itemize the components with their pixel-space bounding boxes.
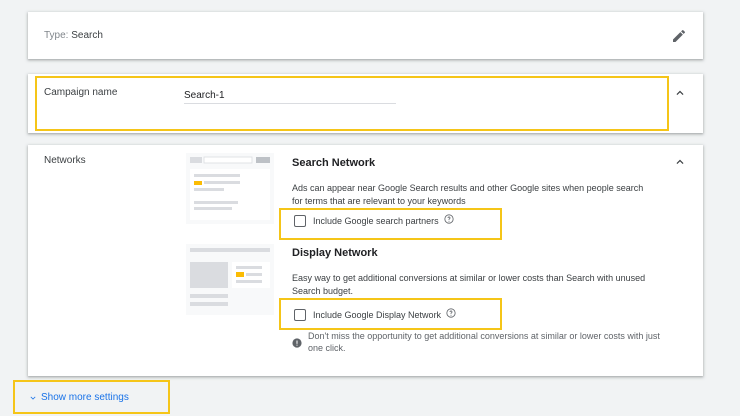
chevron-up-icon[interactable] — [673, 155, 687, 169]
campaign-name-card: Campaign name — [28, 74, 703, 133]
display-network-info-text: Don't miss the opportunity to get additi… — [308, 331, 660, 353]
display-network-description: Easy way to get additional conversions a… — [292, 273, 646, 296]
type-text: Type: Search — [44, 30, 103, 41]
edit-icon[interactable] — [671, 28, 687, 44]
display-network-info: Don't miss the opportunity to get additi… — [292, 330, 660, 354]
display-network-checkbox[interactable] — [294, 309, 306, 321]
display-network-option[interactable]: Include Google Display Network — [294, 307, 456, 321]
display-network-label[interactable]: Include Google Display Network — [313, 310, 441, 320]
type-label: Type: — [44, 30, 69, 41]
networks-label: Networks — [44, 155, 86, 166]
chevron-down-icon — [30, 396, 36, 400]
help-icon[interactable] — [446, 307, 456, 318]
display-network-illustration — [186, 244, 274, 315]
campaign-name-label: Campaign name — [44, 87, 118, 98]
show-more-settings-label[interactable]: Show more settings — [41, 392, 129, 403]
search-network-description: Ads can appear near Google Search result… — [292, 183, 644, 206]
info-icon — [292, 338, 302, 348]
show-more-settings-link[interactable]: Show more settings — [28, 392, 129, 403]
search-network-illustration — [186, 153, 274, 224]
display-network-title: Display Network — [292, 247, 378, 259]
help-icon[interactable] — [443, 213, 454, 224]
search-partners-option[interactable]: Include Google search partners — [294, 213, 454, 227]
search-partners-checkbox[interactable] — [294, 215, 306, 227]
type-value: Search — [71, 30, 103, 41]
chevron-up-icon[interactable] — [673, 86, 687, 100]
search-partners-label[interactable]: Include Google search partners — [313, 216, 439, 226]
search-network-title: Search Network — [292, 157, 376, 169]
type-card: Type: Search — [28, 12, 703, 59]
campaign-name-input[interactable] — [184, 86, 396, 104]
networks-card: Networks Search Network Ads can appear n… — [28, 145, 703, 376]
